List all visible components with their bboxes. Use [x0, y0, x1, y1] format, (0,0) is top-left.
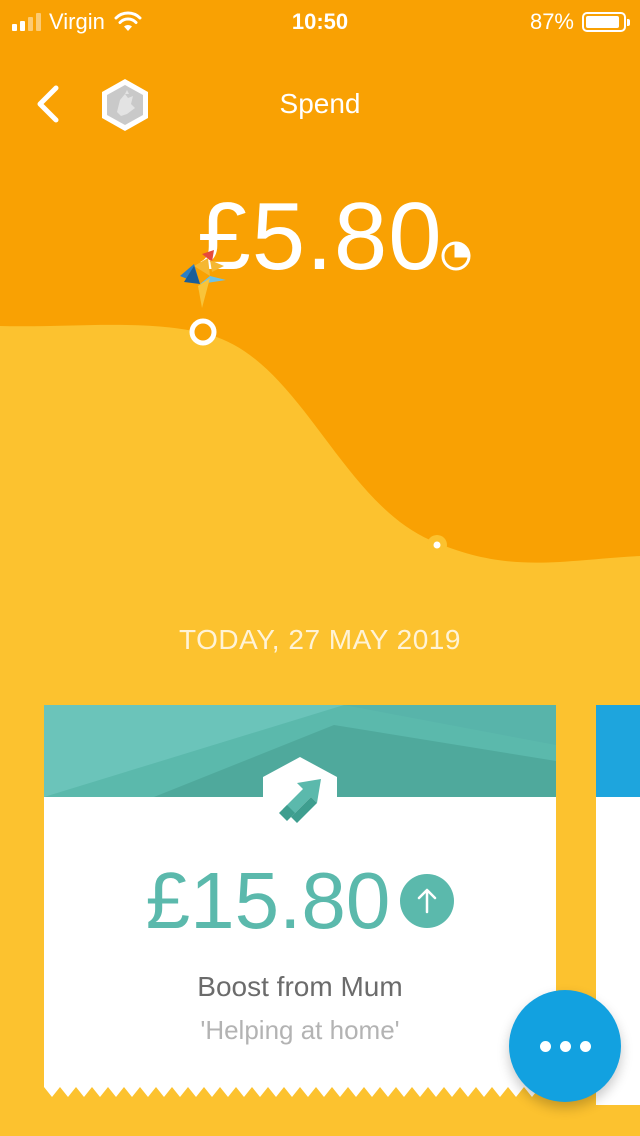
more-dot: [559, 1040, 571, 1052]
battery-percent: 87%: [529, 9, 574, 34]
timeline-marker-point[interactable]: [426, 534, 448, 556]
battery-icon: [582, 12, 630, 32]
page-title: Spend: [279, 88, 361, 119]
transaction-card[interactable]: £15.80 Boost from Mum 'Helping at home': [44, 705, 556, 1105]
status-bar: Virgin 10:50 87%: [0, 0, 640, 42]
receipt-torn-edge: [44, 1087, 556, 1105]
pie-chart-icon[interactable]: [438, 238, 474, 274]
transaction-amount: £15.80: [145, 856, 391, 945]
balance-amount: £5.80: [197, 183, 443, 290]
more-dot: [579, 1040, 591, 1052]
bird-mascot-icon: [180, 250, 226, 308]
next-card-header-banner: [596, 705, 640, 797]
timeline-marker-current[interactable]: [188, 317, 218, 347]
transaction-title: Boost from Mum: [197, 971, 403, 1002]
transaction-note: 'Helping at home': [200, 1015, 400, 1045]
boost-arrow-icon: [263, 757, 337, 839]
arrow-up-circle-icon: [400, 874, 455, 928]
balance-display: £5.80: [0, 182, 640, 292]
more-options-button[interactable]: [509, 990, 621, 1102]
timeline-date-label: TODAY, 27 MAY 2019: [179, 624, 461, 655]
more-dots-icon: [539, 1040, 551, 1052]
